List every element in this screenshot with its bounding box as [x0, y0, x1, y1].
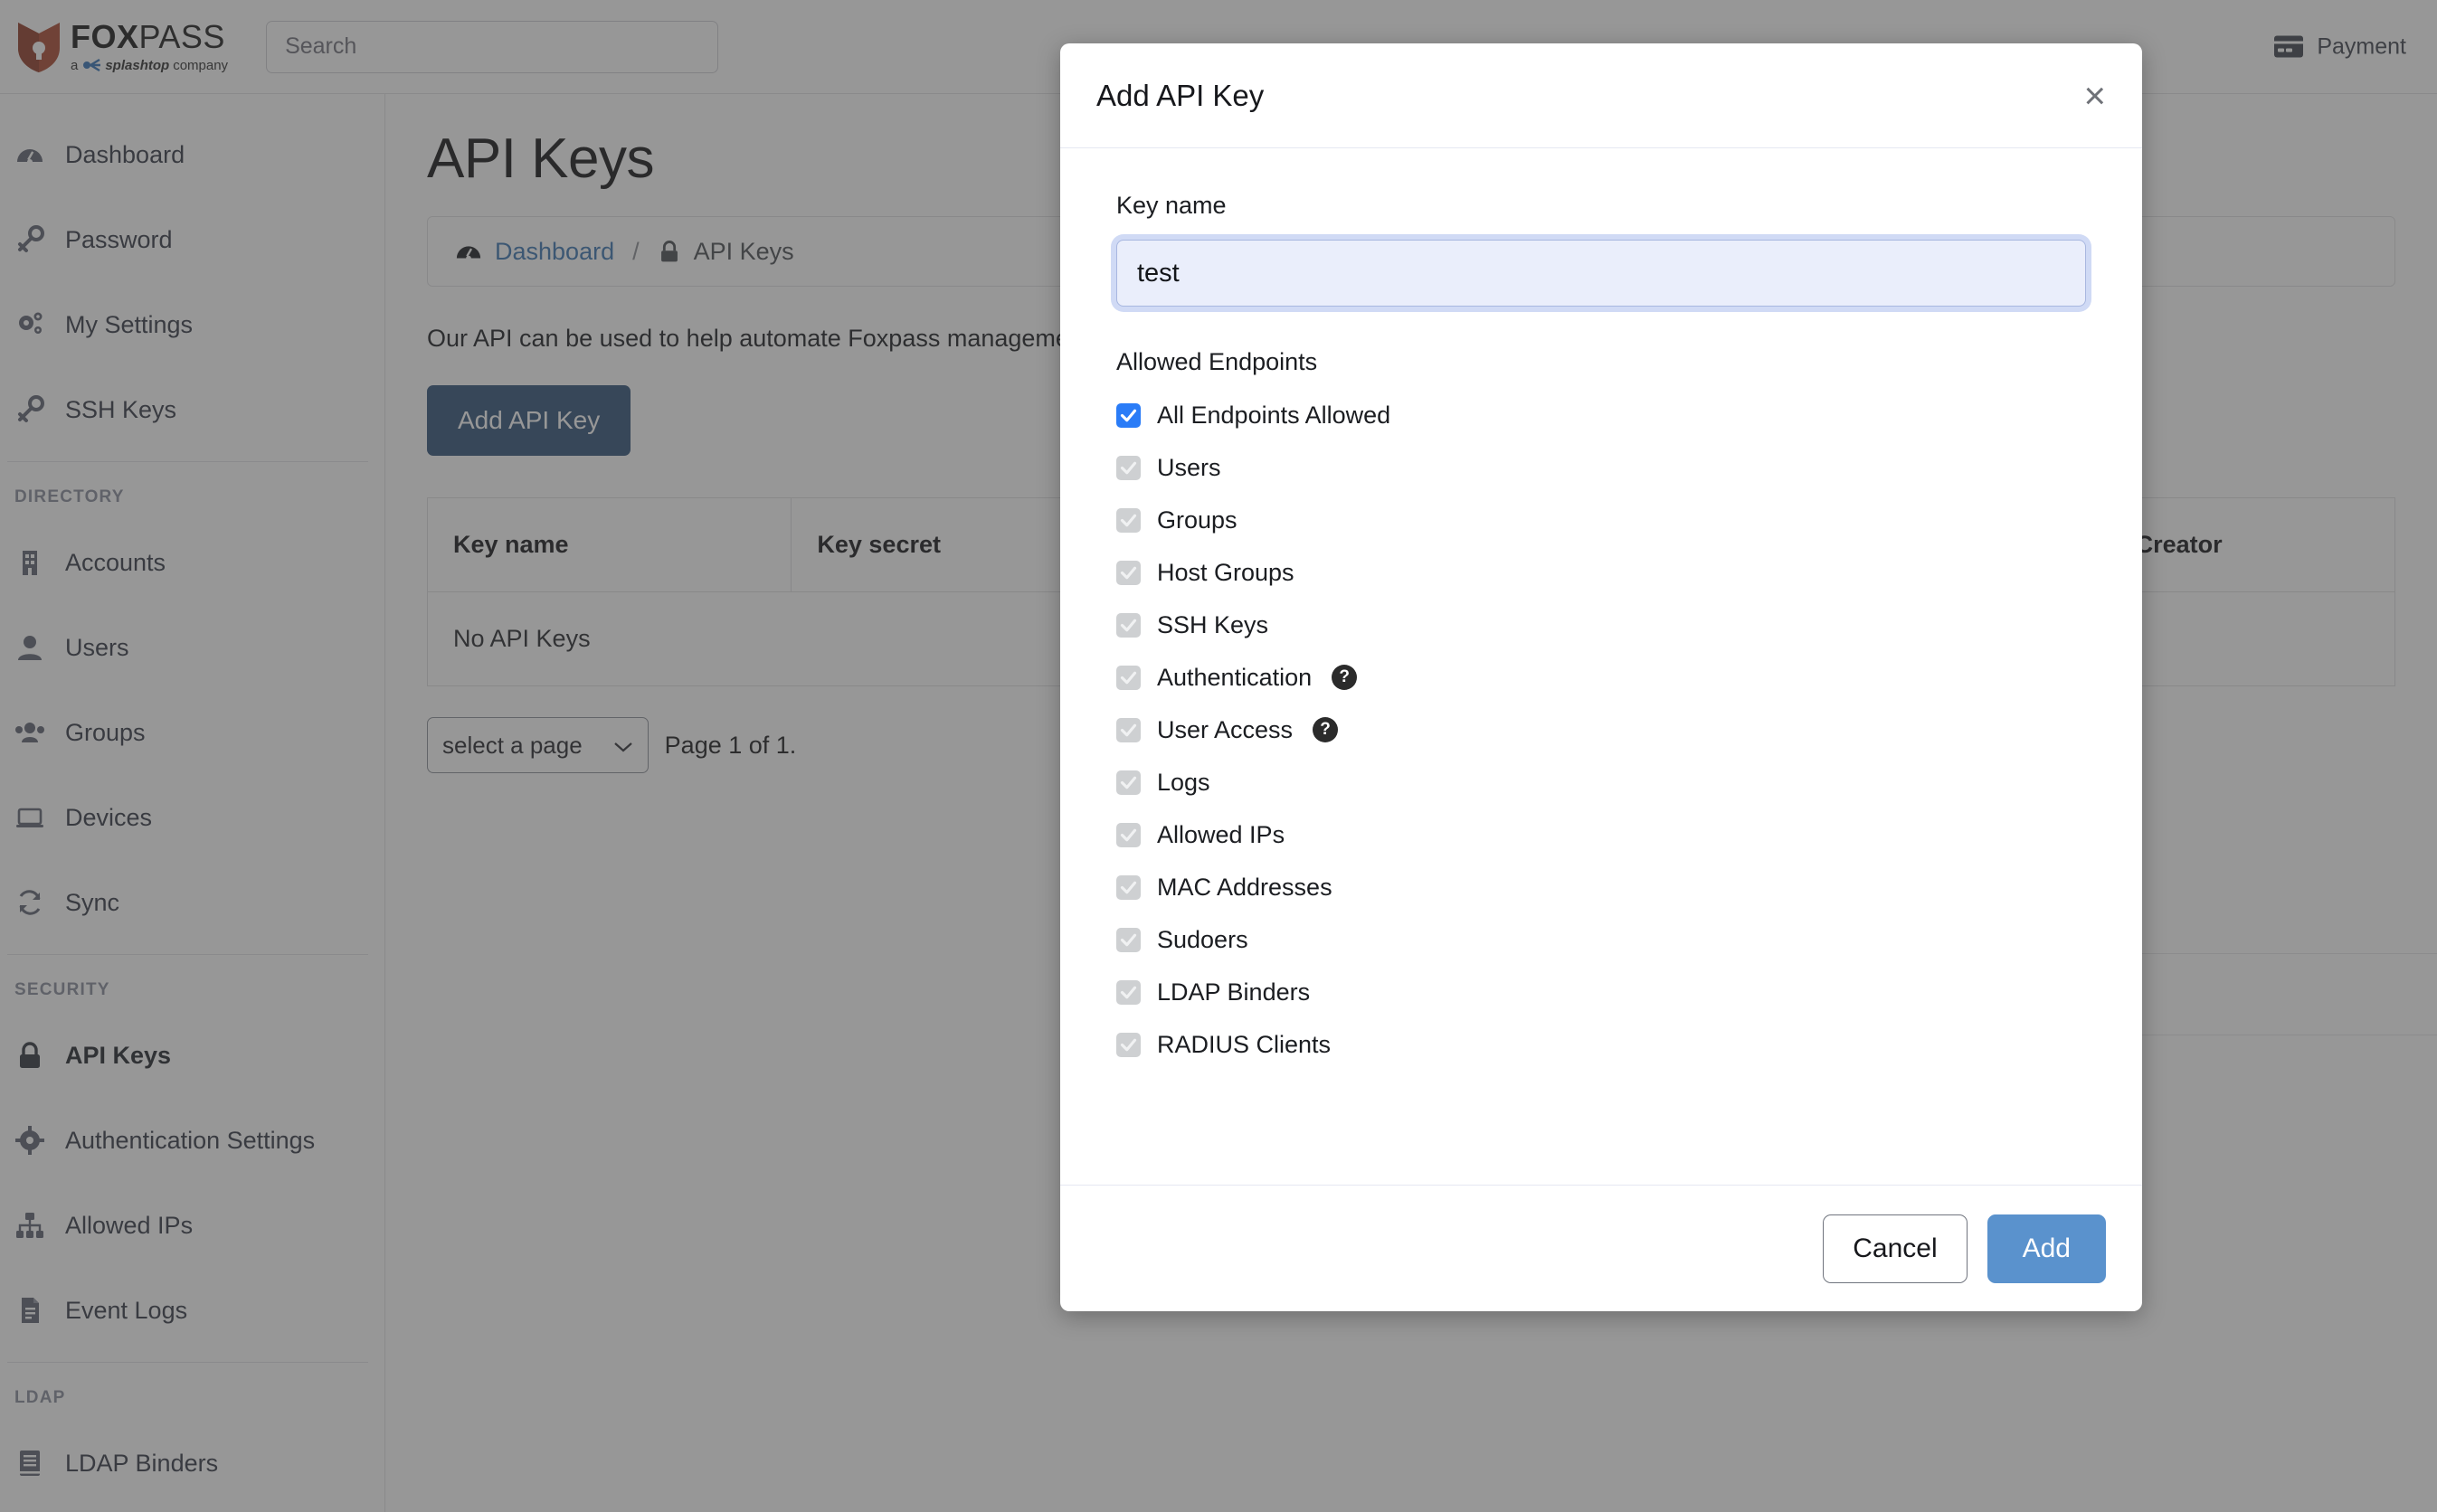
modal-body: Key name Allowed Endpoints All Endpoints…: [1060, 148, 2142, 1185]
endpoint-row-groups[interactable]: Groups: [1116, 494, 2086, 546]
modal-footer: Cancel Add: [1060, 1185, 2142, 1311]
endpoint-label: User Access: [1157, 715, 1294, 743]
checkbox-groups[interactable]: [1116, 507, 1141, 533]
endpoint-label: Groups: [1157, 506, 1237, 534]
checkbox-users[interactable]: [1116, 455, 1141, 480]
endpoint-label: Authentication: [1157, 663, 1313, 691]
modal-title: Add API Key: [1096, 78, 1265, 112]
checkbox-ldap-binders[interactable]: [1116, 979, 1141, 1005]
endpoint-row-all-endpoints-allowed[interactable]: All Endpoints Allowed: [1116, 389, 2086, 441]
checkbox-ssh-keys[interactable]: [1116, 612, 1141, 638]
endpoint-row-ldap-binders[interactable]: LDAP Binders: [1116, 966, 2086, 1018]
endpoint-row-logs[interactable]: Logs: [1116, 756, 2086, 808]
checkbox-authentication[interactable]: [1116, 665, 1141, 690]
endpoint-row-user-access[interactable]: User Access ?: [1116, 704, 2086, 756]
checkbox-mac-addresses[interactable]: [1116, 874, 1141, 900]
endpoint-label: SSH Keys: [1157, 610, 1269, 638]
checkbox-logs[interactable]: [1116, 770, 1141, 795]
endpoint-label: Users: [1157, 453, 1221, 481]
endpoint-row-mac-addresses[interactable]: MAC Addresses: [1116, 861, 2086, 913]
endpoint-label: Allowed IPs: [1157, 820, 1285, 848]
modal-header: Add API Key ×: [1060, 43, 2142, 148]
endpoint-row-sudoers[interactable]: Sudoers: [1116, 913, 2086, 966]
endpoint-label: All Endpoints Allowed: [1157, 401, 1391, 429]
endpoint-label: LDAP Binders: [1157, 978, 1311, 1006]
key-name-input[interactable]: [1116, 240, 2086, 307]
endpoint-label: Sudoers: [1157, 925, 1248, 953]
allowed-endpoints-label: Allowed Endpoints: [1116, 348, 1318, 375]
checkbox-all-endpoints-allowed[interactable]: [1116, 402, 1141, 428]
help-icon[interactable]: ?: [1313, 717, 1339, 742]
checkbox-allowed-ips[interactable]: [1116, 822, 1141, 847]
endpoint-row-radius-clients[interactable]: RADIUS Clients: [1116, 1018, 2086, 1071]
close-icon[interactable]: ×: [2083, 76, 2106, 115]
checkbox-sudoers[interactable]: [1116, 927, 1141, 952]
endpoint-row-ssh-keys[interactable]: SSH Keys: [1116, 599, 2086, 651]
allowed-endpoints-list: All Endpoints Allowed Users Groups Host …: [1116, 389, 2086, 1071]
endpoint-row-users[interactable]: Users: [1116, 441, 2086, 494]
checkbox-radius-clients[interactable]: [1116, 1032, 1141, 1057]
endpoint-label: Host Groups: [1157, 558, 1294, 586]
endpoint-label: Logs: [1157, 768, 1210, 796]
add-button[interactable]: Add: [1987, 1214, 2106, 1283]
help-icon[interactable]: ?: [1332, 665, 1358, 690]
add-api-key-modal: Add API Key × Key name Allowed Endpoints…: [1060, 43, 2142, 1311]
endpoint-label: RADIUS Clients: [1157, 1030, 1332, 1058]
checkbox-user-access[interactable]: [1116, 717, 1141, 742]
endpoint-row-host-groups[interactable]: Host Groups: [1116, 546, 2086, 599]
checkbox-host-groups[interactable]: [1116, 560, 1141, 585]
endpoint-row-allowed-ips[interactable]: Allowed IPs: [1116, 808, 2086, 861]
cancel-button[interactable]: Cancel: [1823, 1214, 1968, 1283]
endpoint-label: MAC Addresses: [1157, 873, 1332, 901]
endpoint-row-authentication[interactable]: Authentication ?: [1116, 651, 2086, 704]
key-name-label: Key name: [1116, 192, 1227, 219]
